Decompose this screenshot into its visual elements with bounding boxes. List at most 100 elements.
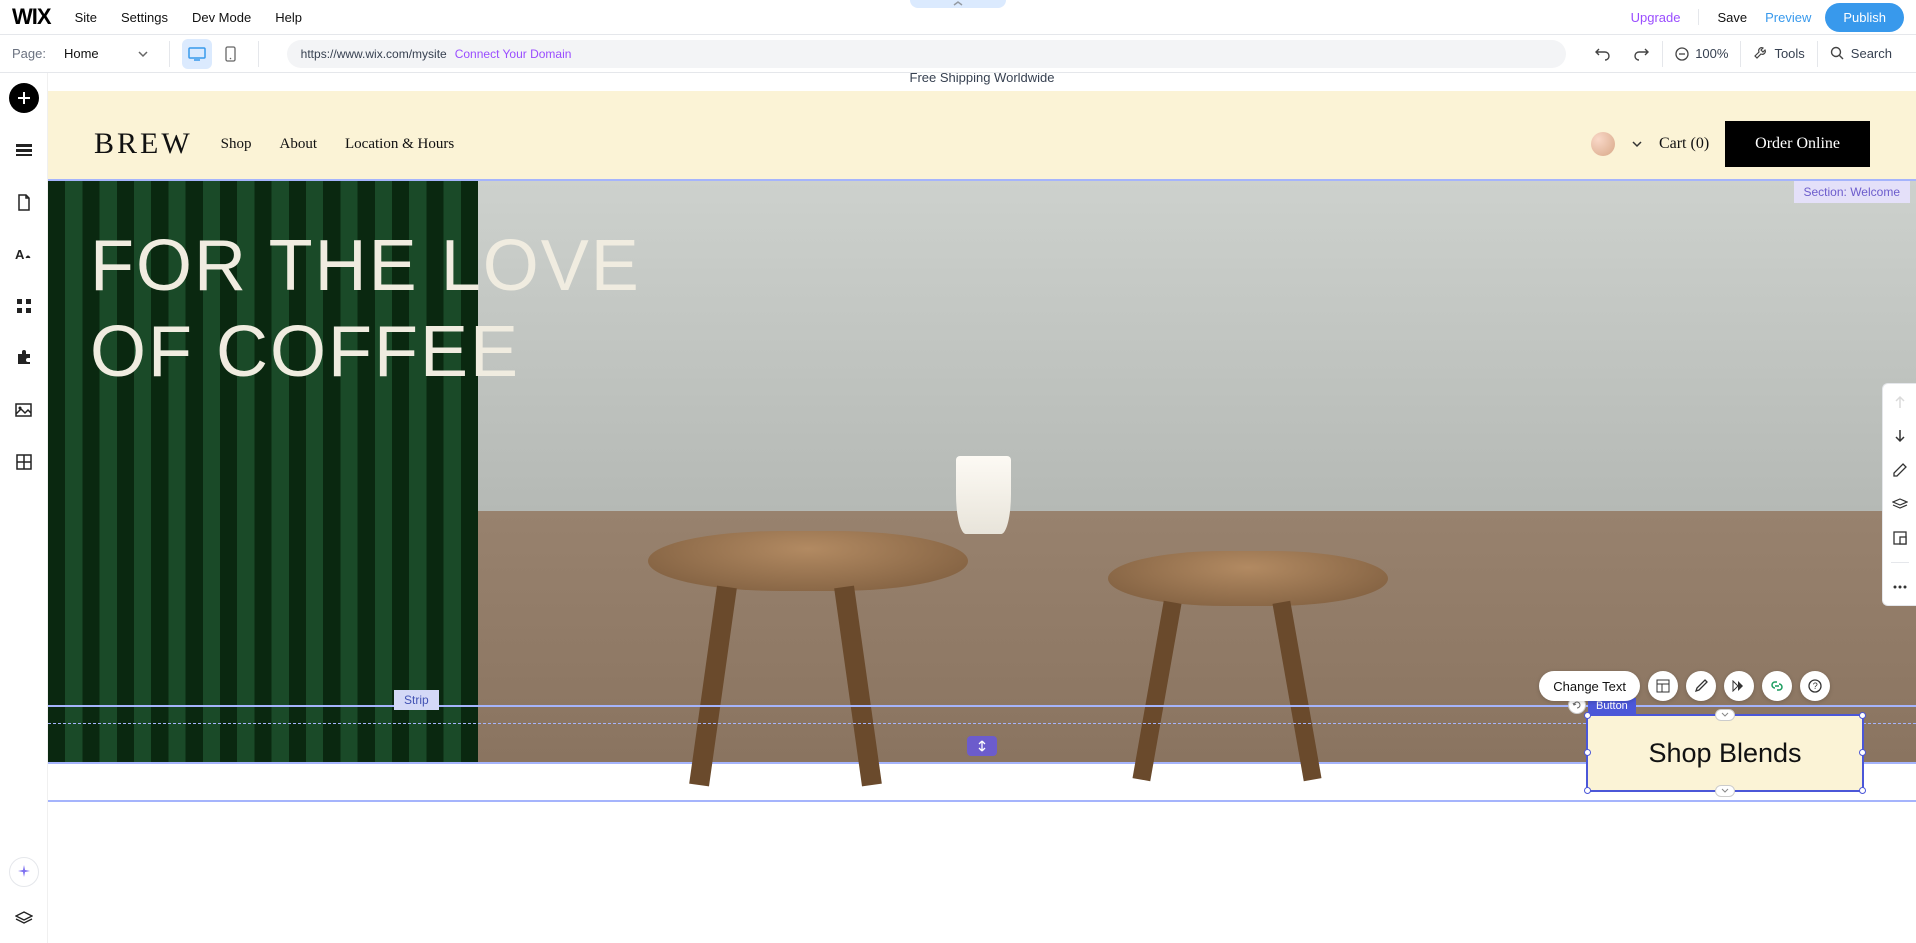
snap-indicator-bottom[interactable]: [1715, 785, 1735, 797]
rotate-icon: [1572, 700, 1582, 710]
hero-heading[interactable]: FOR THE LOVE OF COFFEE: [90, 223, 641, 396]
publish-button[interactable]: Publish: [1825, 3, 1904, 32]
cart-link[interactable]: Cart (0): [1659, 135, 1709, 153]
preview-button[interactable]: Preview: [1765, 10, 1811, 25]
wrench-icon: [1753, 46, 1768, 61]
shop-blends-button[interactable]: Button Shop Blends: [1586, 714, 1864, 792]
snap-down-icon: [1721, 712, 1729, 718]
site-header[interactable]: BREW Shop About Location & Hours Cart (0…: [48, 91, 1916, 179]
undo-icon: [1594, 46, 1610, 62]
puzzle-icon: [16, 350, 32, 366]
page-selector[interactable]: Home: [56, 42, 157, 65]
layout-icon: [1656, 679, 1670, 693]
animation-icon: [1731, 680, 1747, 692]
animation-button[interactable]: [1724, 671, 1754, 701]
order-online-button[interactable]: Order Online: [1725, 121, 1870, 167]
snap-indicator-top[interactable]: [1715, 709, 1735, 721]
left-sidebar: A: [0, 73, 48, 943]
change-text-button[interactable]: Change Text: [1539, 671, 1640, 701]
resize-handle-tl[interactable]: [1584, 712, 1591, 719]
wix-logo: WIX: [12, 4, 51, 30]
redo-button[interactable]: [1622, 35, 1662, 73]
layers-button[interactable]: [1890, 494, 1910, 514]
resize-handle-ml[interactable]: [1584, 749, 1591, 756]
mobile-view-button[interactable]: [216, 39, 246, 69]
apps-icon: [16, 298, 32, 314]
more-icon: [1893, 585, 1907, 589]
menu-settings[interactable]: Settings: [121, 10, 168, 25]
chevron-down-icon[interactable]: [1631, 138, 1643, 150]
design-icon: A: [15, 246, 32, 262]
link-button[interactable]: [1762, 671, 1792, 701]
connect-domain-link[interactable]: Connect Your Domain: [455, 47, 572, 61]
nav-about[interactable]: About: [280, 136, 318, 153]
resize-vertical-icon: [976, 740, 988, 752]
desktop-icon: [188, 47, 206, 61]
hero-line-2: OF COFFEE: [90, 309, 641, 395]
undo-button[interactable]: [1582, 35, 1622, 73]
zoom-control[interactable]: 100%: [1663, 35, 1740, 73]
zoom-value: 100%: [1695, 46, 1728, 61]
page-label: Page:: [12, 46, 46, 61]
help-button[interactable]: ?: [1800, 671, 1830, 701]
responsive-button[interactable]: [1890, 528, 1910, 548]
resize-handle-br[interactable]: [1859, 787, 1866, 794]
nav-shop[interactable]: Shop: [221, 136, 252, 153]
redo-icon: [1634, 46, 1650, 62]
desktop-view-button[interactable]: [182, 39, 212, 69]
editor-toolbar: Page: Home https://www.wix.com/mysite Co…: [0, 35, 1916, 73]
resize-handle-bl[interactable]: [1584, 787, 1591, 794]
business-panel-button[interactable]: [9, 343, 39, 373]
layers-panel-button[interactable]: [9, 903, 39, 933]
paintbrush-icon: [1694, 679, 1708, 693]
design-button[interactable]: [1686, 671, 1716, 701]
layout-button[interactable]: [1648, 671, 1678, 701]
save-button[interactable]: Save: [1717, 10, 1747, 25]
more-button[interactable]: [1890, 577, 1910, 597]
member-avatar[interactable]: [1591, 132, 1615, 156]
url-bar[interactable]: https://www.wix.com/mysite Connect Your …: [287, 40, 1567, 68]
menu-help[interactable]: Help: [275, 10, 302, 25]
site-logo[interactable]: BREW: [94, 127, 193, 161]
site-nav: Shop About Location & Hours: [221, 136, 455, 153]
edit-button[interactable]: [1890, 460, 1910, 480]
strip-guide-bottom: [48, 800, 1916, 802]
mobile-icon: [225, 46, 236, 62]
resize-handle-tr[interactable]: [1859, 712, 1866, 719]
search-button[interactable]: Search: [1818, 35, 1904, 73]
ai-assistant-button[interactable]: [9, 857, 39, 887]
svg-text:?: ?: [1813, 681, 1818, 691]
search-label: Search: [1851, 46, 1892, 61]
arrow-down-icon: [1894, 429, 1906, 443]
pages-panel-button[interactable]: [9, 187, 39, 217]
editor-canvas[interactable]: Free Shipping Worldwide BREW Shop About …: [48, 73, 1916, 943]
pencil-icon: [1893, 463, 1907, 477]
sections-panel-button[interactable]: [9, 135, 39, 165]
design-panel-button[interactable]: A: [9, 239, 39, 269]
menu-devmode[interactable]: Dev Mode: [192, 10, 251, 25]
section-label-badge[interactable]: Section: Welcome: [1794, 181, 1911, 203]
page-icon: [17, 194, 31, 211]
image-icon: [15, 403, 32, 417]
content-panel-button[interactable]: [9, 447, 39, 477]
grid-icon: [16, 454, 32, 470]
search-icon: [1830, 46, 1845, 61]
menu-site[interactable]: Site: [75, 10, 97, 25]
upgrade-link[interactable]: Upgrade: [1631, 10, 1681, 25]
resize-handle-mr[interactable]: [1859, 749, 1866, 756]
media-panel-button[interactable]: [9, 395, 39, 425]
add-element-button[interactable]: [9, 83, 39, 113]
top-expand-tab[interactable]: [910, 0, 1006, 8]
hero-section[interactable]: Section: Welcome FOR THE LOVE OF COFFEE …: [48, 179, 1916, 764]
strip-label-badge[interactable]: Strip: [394, 690, 439, 710]
section-resize-handle[interactable]: [967, 736, 997, 756]
tools-label: Tools: [1774, 46, 1804, 61]
zoom-out-icon: [1675, 47, 1689, 61]
move-up-button[interactable]: [1890, 392, 1910, 412]
tools-button[interactable]: Tools: [1741, 35, 1816, 73]
apps-panel-button[interactable]: [9, 291, 39, 321]
announcement-bar[interactable]: Free Shipping Worldwide: [48, 73, 1916, 91]
snap-down-icon: [1721, 788, 1729, 794]
move-down-button[interactable]: [1890, 426, 1910, 446]
nav-location[interactable]: Location & Hours: [345, 136, 454, 153]
